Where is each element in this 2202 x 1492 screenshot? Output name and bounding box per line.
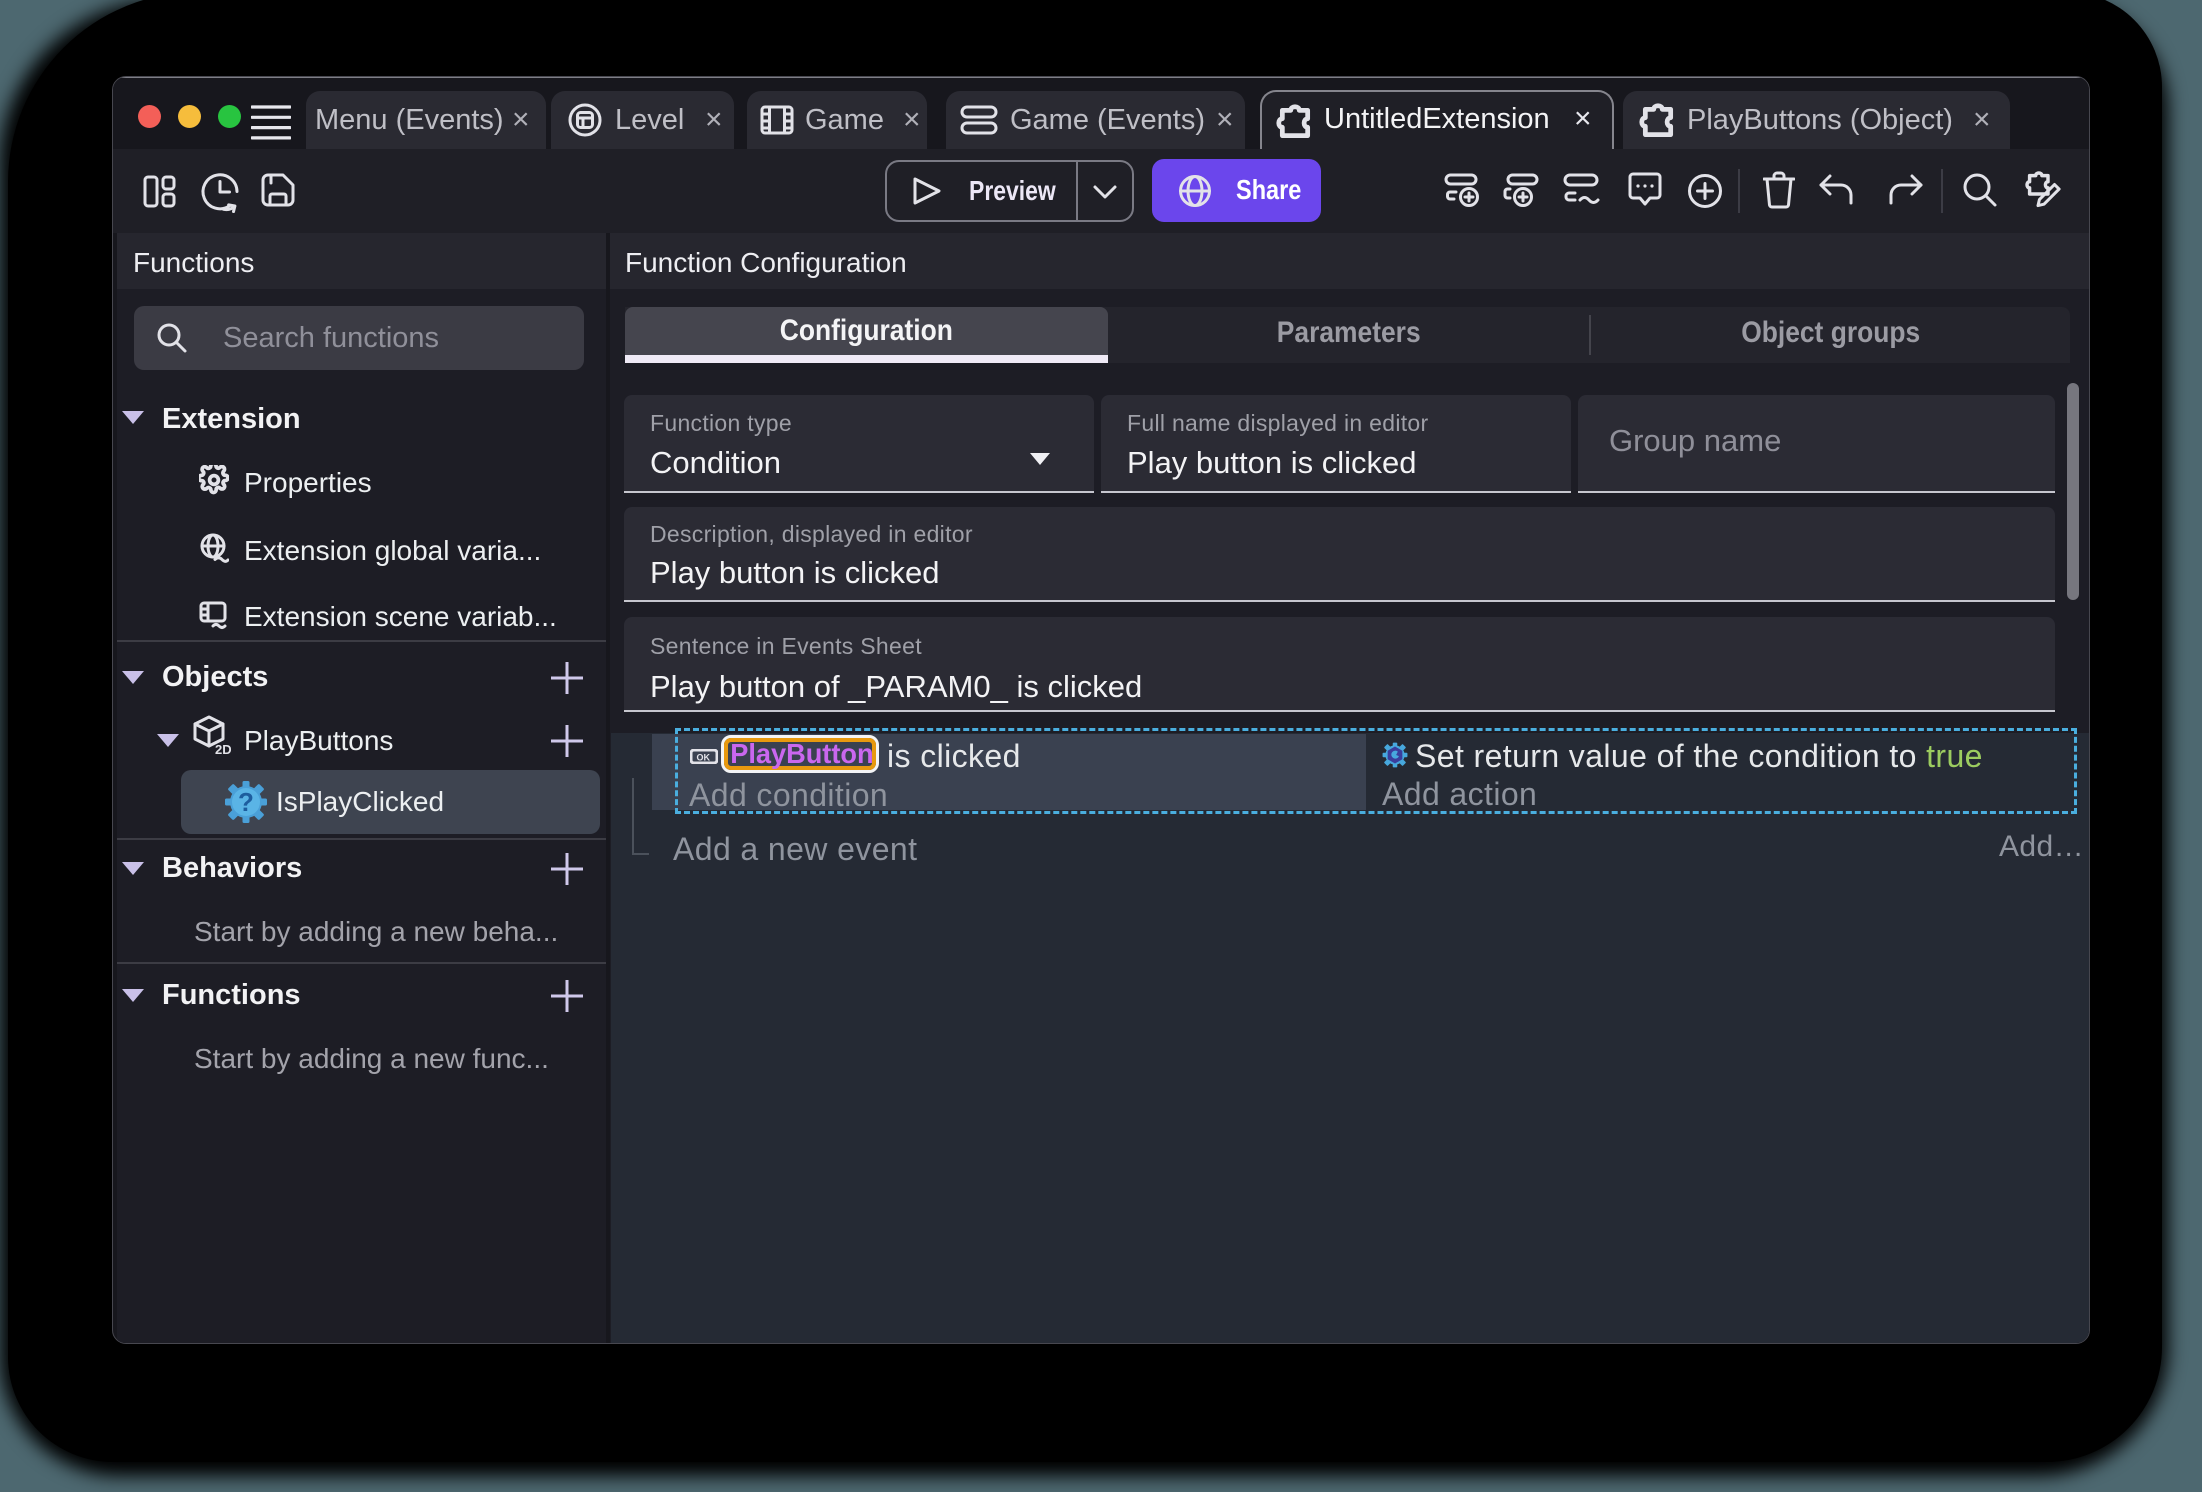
svg-text:2D: 2D	[215, 742, 231, 755]
svg-text:?: ?	[238, 787, 254, 817]
